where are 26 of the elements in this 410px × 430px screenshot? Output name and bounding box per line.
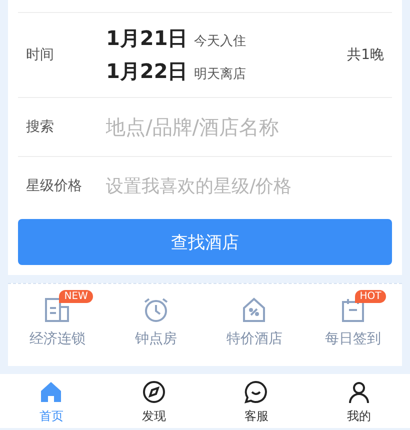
category-label[interactable]: 经济连锁 [29, 330, 86, 348]
chat-icon [244, 380, 268, 404]
search-field[interactable]: 地点/品牌/酒店名称 [106, 115, 384, 139]
checkout-note: 明天离店 [194, 67, 246, 82]
tab-item[interactable]: 发现 [142, 408, 166, 425]
find-hotel-button[interactable]: 查找酒店 [18, 219, 392, 265]
star-price-label: 星级价格 [26, 177, 83, 195]
category-label[interactable]: 每日签到 [324, 330, 381, 348]
search-label: 搜索 [26, 118, 55, 136]
badge: NEW [59, 290, 93, 303]
home-icon [39, 380, 64, 404]
nights-count: 共1晚 [347, 46, 384, 64]
time-label: 时间 [26, 46, 55, 64]
badge: HOT [354, 290, 386, 303]
person-icon [346, 380, 371, 404]
star-price-field[interactable]: 设置我喜欢的星级/价格 [106, 176, 384, 196]
tab-item[interactable]: 首页 [39, 408, 64, 425]
tab-item[interactable]: 客服 [244, 408, 268, 425]
checkin-note: 今天入住 [194, 34, 246, 49]
category-label[interactable]: 钟点房 [134, 330, 177, 348]
compass-icon [142, 380, 166, 404]
tab-item[interactable]: 我的 [346, 408, 371, 425]
alarm-clock-icon [142, 296, 170, 324]
checkout-date[interactable]: 1月22日 [106, 59, 188, 83]
category-label[interactable]: 特价酒店 [226, 330, 282, 348]
checkin-date[interactable]: 1月21日 [106, 26, 188, 50]
